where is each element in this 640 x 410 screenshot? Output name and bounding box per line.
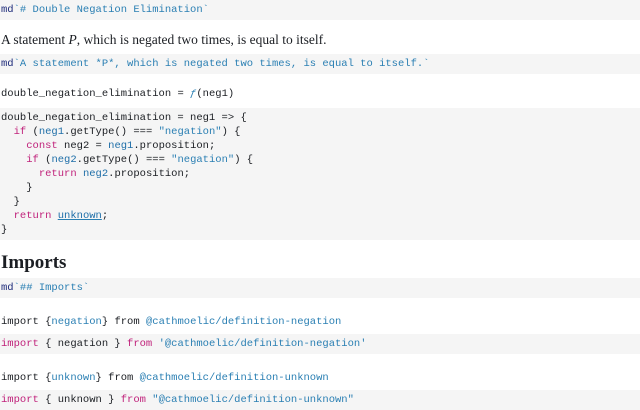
md-tag: md (1, 282, 14, 294)
md-tag: md (1, 58, 14, 70)
imports-heading: Imports (1, 252, 67, 273)
import-path: '@cathmoelic/definition-negation' (158, 338, 367, 350)
keyword: return (13, 210, 52, 222)
import-keyword: import (1, 394, 39, 406)
brace-close: } (101, 316, 115, 328)
code-text: .getType() === (76, 154, 172, 166)
code-text: ( (38, 154, 52, 166)
notebook-link[interactable]: @cathmoelic/definition-unknown (140, 372, 329, 384)
keyword: const (26, 140, 58, 152)
code-text: ( (26, 126, 39, 138)
code-line-3: const neg2 = neg1.proposition; (1, 139, 640, 153)
code-text: neg2 = (57, 140, 109, 152)
string-literal: "negation" (158, 126, 222, 138)
value-name: double_negation_elimination (1, 88, 172, 100)
code-text: .proposition; (108, 168, 191, 180)
keyword: if (13, 126, 27, 138)
code-line-7: } (1, 196, 20, 208)
code-text: ; (101, 210, 109, 222)
brace-close: } (95, 372, 109, 384)
notebook-link[interactable]: @cathmoelic/definition-negation (146, 316, 341, 328)
from-keyword: from (108, 372, 134, 384)
md-template: `A statement *P*, which is negated two t… (13, 58, 430, 70)
code-text: .proposition; (133, 140, 216, 152)
keyword: if (26, 154, 39, 166)
import-keyword: import (1, 338, 39, 350)
code-line-5: return neg2.proposition; (1, 167, 640, 181)
code-line-8: return unknown; (1, 209, 640, 223)
from-keyword: from (114, 316, 140, 328)
para-text-before: A statement (1, 32, 69, 47)
code-line-1: double_negation_elimination = neg1 => { (1, 112, 247, 124)
identifier: neg1 (108, 140, 134, 152)
cell-6-output: import {unknown} from @cathmoelic/defini… (0, 371, 640, 385)
cell-2-output: A statement P, which is negated two time… (0, 31, 640, 49)
cell-2-source[interactable]: md`A statement *P*, which is negated two… (0, 54, 640, 74)
identifier: neg1 (38, 126, 65, 138)
code-line-6: } (1, 182, 33, 194)
code-line-2: if (neg1.getType() === "negation") { (1, 125, 640, 139)
code-line-9: } (1, 224, 8, 236)
cell-5-output: import {negation} from @cathmoelic/defin… (0, 315, 640, 329)
code-text: .getType() === (64, 126, 159, 138)
md-template: `## Imports` (13, 282, 90, 294)
brace-open: { (38, 372, 52, 384)
import-names: { negation } (38, 338, 128, 350)
unknown-link[interactable]: unknown (58, 210, 102, 222)
cell-3-output: double_negation_elimination = ƒ(neg1) (0, 87, 640, 101)
cell-5-source[interactable]: import { negation } from '@cathmoelic/de… (0, 334, 640, 354)
identifier: neg2 (51, 154, 77, 166)
from-keyword: from (120, 394, 146, 406)
para-text-after: , which is negated two times, is equal t… (76, 32, 327, 47)
md-template: `# Double Negation Elimination` (13, 4, 209, 16)
identifier: neg2 (82, 168, 109, 180)
from-keyword: from (127, 338, 153, 350)
function-args: (neg1) (196, 88, 235, 100)
md-tag: md (1, 4, 14, 16)
string-literal: "negation" (171, 154, 235, 166)
cell-1-source[interactable]: md`# Double Negation Elimination` (0, 0, 640, 20)
para-var: P (68, 32, 77, 47)
code-text: ) { (234, 154, 254, 166)
negation-link[interactable]: negation (51, 316, 101, 328)
cell-6-source[interactable]: import { unknown } from "@cathmoelic/def… (0, 390, 640, 410)
equals-sign: = (171, 88, 191, 100)
unknown-link[interactable]: unknown (51, 372, 95, 384)
keyword: return (38, 168, 77, 180)
import-path: "@cathmoelic/definition-unknown" (152, 394, 354, 406)
import-keyword: import (1, 316, 39, 328)
code-text: ) { (221, 126, 241, 138)
cell-4-source[interactable]: md`## Imports` (0, 278, 640, 298)
import-names: { unknown } (38, 394, 121, 406)
code-line-4: if (neg2.getType() === "negation") { (1, 153, 640, 167)
cell-3-source[interactable]: double_negation_elimination = neg1 => { … (0, 108, 640, 240)
import-keyword: import (1, 372, 39, 384)
brace-open: { (38, 316, 52, 328)
